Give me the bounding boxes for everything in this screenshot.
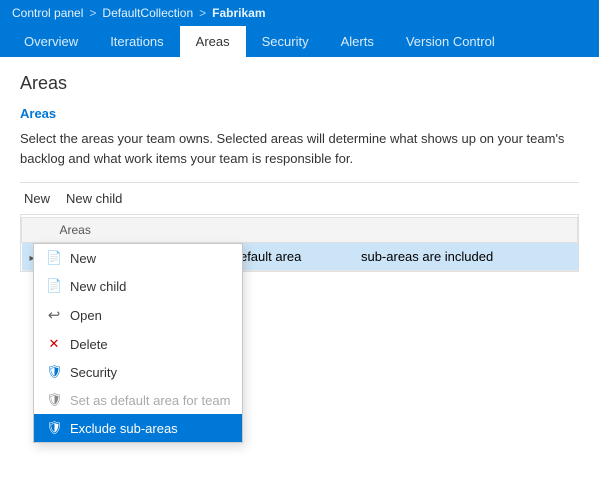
- area-table-container: Areas ▸ ✓ 📁 Fabrikam default area: [20, 214, 579, 272]
- breadcrumb-sep1: >: [89, 6, 96, 20]
- menu-item-exclude-sub-label: Exclude sub-areas: [70, 421, 178, 436]
- new-button[interactable]: New: [20, 189, 54, 208]
- open-icon: ↩: [46, 306, 62, 324]
- breadcrumb-control-panel[interactable]: Control panel: [12, 6, 83, 20]
- toolbar: New New child: [20, 182, 579, 214]
- menu-item-delete-label: Delete: [70, 337, 108, 352]
- page-title: Areas: [20, 73, 579, 94]
- menu-item-security-label: Security: [70, 365, 117, 380]
- menu-item-new-child-label: New child: [70, 279, 126, 294]
- breadcrumb-current: Fabrikam: [212, 6, 265, 20]
- breadcrumb-default-collection[interactable]: DefaultCollection: [102, 6, 193, 20]
- description: Select the areas your team owns. Selecte…: [20, 129, 579, 168]
- section-link[interactable]: Areas: [20, 106, 579, 121]
- delete-icon: ✕: [46, 336, 62, 352]
- tab-security[interactable]: Security: [246, 26, 325, 57]
- security-shield-icon: 🛡: [46, 364, 62, 380]
- menu-item-delete[interactable]: ✕ Delete: [34, 330, 242, 358]
- col-expand: [22, 218, 52, 243]
- breadcrumb-sep2: >: [199, 6, 206, 20]
- tab-areas[interactable]: Areas: [180, 26, 246, 57]
- row-subareas-cell: sub-areas are included: [353, 243, 578, 271]
- col-areas-header: Areas: [52, 218, 225, 243]
- new-doc-icon: 📄: [46, 250, 62, 266]
- menu-item-set-default-label: Set as default area for team: [70, 393, 230, 408]
- tab-alerts[interactable]: Alerts: [325, 26, 390, 57]
- context-menu: 📄 New 📄 New child ↩ Open ✕ Delete 🛡 Secu…: [33, 243, 243, 443]
- exclude-sub-shield-icon: 🛡: [46, 420, 62, 436]
- tab-iterations[interactable]: Iterations: [94, 26, 179, 57]
- col-subareas: [353, 218, 578, 243]
- menu-item-set-default: 🛡 Set as default area for team: [34, 386, 242, 414]
- set-default-shield-icon: 🛡: [46, 392, 62, 408]
- menu-item-open-label: Open: [70, 308, 102, 323]
- new-child-doc-icon: 📄: [46, 278, 62, 294]
- menu-item-open[interactable]: ↩ Open: [34, 300, 242, 330]
- tab-version-control[interactable]: Version Control: [390, 26, 511, 57]
- tab-bar: Overview Iterations Areas Security Alert…: [0, 26, 599, 57]
- row-default-cell: default area: [225, 243, 353, 271]
- menu-item-new-child[interactable]: 📄 New child: [34, 272, 242, 300]
- new-child-button[interactable]: New child: [62, 189, 126, 208]
- main-content: Areas Areas Select the areas your team o…: [0, 57, 599, 288]
- tab-overview[interactable]: Overview: [8, 26, 94, 57]
- menu-item-exclude-sub[interactable]: 🛡 Exclude sub-areas: [34, 414, 242, 442]
- menu-item-new-label: New: [70, 251, 96, 266]
- col-default: [225, 218, 353, 243]
- top-bar: Control panel > DefaultCollection > Fabr…: [0, 0, 599, 26]
- menu-item-security[interactable]: 🛡 Security: [34, 358, 242, 386]
- menu-item-new[interactable]: 📄 New: [34, 244, 242, 272]
